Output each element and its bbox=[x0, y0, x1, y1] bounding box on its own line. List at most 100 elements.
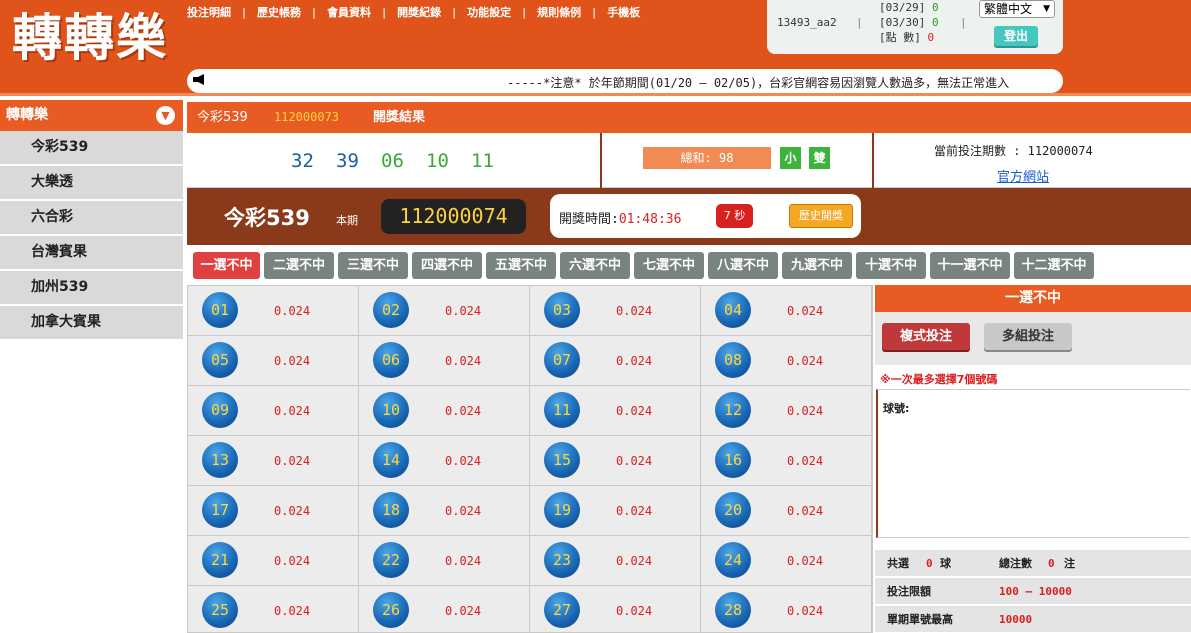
tab-bet-type[interactable]: 二選不中 bbox=[264, 252, 334, 279]
number-cell[interactable]: 26 0.024 bbox=[359, 586, 530, 633]
sidebar-item-canada-bingo[interactable]: 加拿大賓果 bbox=[0, 306, 183, 340]
number-cell[interactable]: 13 0.024 bbox=[188, 436, 359, 486]
number-ball[interactable]: 13 bbox=[202, 442, 238, 478]
odds-value: 0.024 bbox=[274, 454, 311, 468]
nav-history-account[interactable]: 歷史帳務 bbox=[257, 4, 301, 20]
sidebar-item-lotto[interactable]: 大樂透 bbox=[0, 166, 183, 200]
number-cell[interactable]: 12 0.024 bbox=[701, 386, 872, 436]
tab-bet-type[interactable]: 八選不中 bbox=[708, 252, 778, 279]
number-cell[interactable]: 04 0.024 bbox=[701, 286, 872, 336]
number-ball[interactable]: 10 bbox=[373, 392, 409, 428]
result-number: 10 bbox=[426, 150, 449, 172]
number-ball[interactable]: 19 bbox=[544, 492, 580, 528]
logout-button[interactable]: 登出 bbox=[994, 26, 1038, 46]
number-cell[interactable]: 25 0.024 bbox=[188, 586, 359, 633]
number-ball[interactable]: 02 bbox=[373, 292, 409, 328]
tab-bet-type[interactable]: 十選不中 bbox=[856, 252, 926, 279]
number-cell[interactable]: 18 0.024 bbox=[359, 486, 530, 536]
number-cell[interactable]: 24 0.024 bbox=[701, 536, 872, 586]
number-ball[interactable]: 12 bbox=[715, 392, 751, 428]
number-ball[interactable]: 04 bbox=[715, 292, 751, 328]
number-cell[interactable]: 22 0.024 bbox=[359, 536, 530, 586]
number-cell[interactable]: 05 0.024 bbox=[188, 336, 359, 386]
number-cell[interactable]: 15 0.024 bbox=[530, 436, 701, 486]
number-ball[interactable]: 03 bbox=[544, 292, 580, 328]
number-cell[interactable]: 09 0.024 bbox=[188, 386, 359, 436]
history-draw-button[interactable]: 歷史開獎 bbox=[789, 204, 853, 228]
tab-bet-type[interactable]: 一選不中 bbox=[193, 252, 260, 279]
number-ball[interactable]: 28 bbox=[715, 592, 751, 628]
sidebar-header[interactable]: 轉轉樂 ▼ bbox=[0, 100, 183, 131]
tab-bet-type[interactable]: 六選不中 bbox=[560, 252, 630, 279]
number-ball[interactable]: 20 bbox=[715, 492, 751, 528]
number-cell[interactable]: 01 0.024 bbox=[188, 286, 359, 336]
number-cell[interactable]: 07 0.024 bbox=[530, 336, 701, 386]
sidebar-item-taiwan-bingo[interactable]: 台灣賓果 bbox=[0, 236, 183, 270]
language-value: 繁體中文 bbox=[984, 2, 1033, 16]
tab-bet-type[interactable]: 九選不中 bbox=[782, 252, 852, 279]
compound-bet-button[interactable]: 複式投注 bbox=[882, 323, 970, 350]
number-ball[interactable]: 22 bbox=[373, 542, 409, 578]
number-cell[interactable]: 03 0.024 bbox=[530, 286, 701, 336]
tab-bet-type[interactable]: 七選不中 bbox=[634, 252, 704, 279]
tab-bet-type[interactable]: 十二選不中 bbox=[1014, 252, 1094, 279]
number-cell[interactable]: 19 0.024 bbox=[530, 486, 701, 536]
tab-bet-type[interactable]: 十一選不中 bbox=[930, 252, 1010, 279]
number-cell[interactable]: 06 0.024 bbox=[359, 336, 530, 386]
last-period: 112000073 bbox=[274, 110, 340, 124]
result-number: 32 bbox=[291, 150, 314, 172]
number-ball[interactable]: 26 bbox=[373, 592, 409, 628]
bets-label: 總注數 bbox=[999, 557, 1032, 570]
number-ball[interactable]: 05 bbox=[202, 342, 238, 378]
number-cell[interactable]: 02 0.024 bbox=[359, 286, 530, 336]
number-ball[interactable]: 17 bbox=[202, 492, 238, 528]
multi-group-bet-button[interactable]: 多組投注 bbox=[984, 323, 1072, 350]
stat-label: [03/29] bbox=[879, 1, 926, 14]
number-ball[interactable]: 27 bbox=[544, 592, 580, 628]
number-ball[interactable]: 11 bbox=[544, 392, 580, 428]
number-cell[interactable]: 17 0.024 bbox=[188, 486, 359, 536]
number-cell[interactable]: 23 0.024 bbox=[530, 536, 701, 586]
official-site-link[interactable]: 官方網站 bbox=[997, 166, 1049, 185]
tab-bet-type[interactable]: 四選不中 bbox=[412, 252, 482, 279]
tab-bet-type[interactable]: 五選不中 bbox=[486, 252, 556, 279]
draw-time-value: 01:48:36 bbox=[618, 212, 682, 227]
number-ball[interactable]: 16 bbox=[715, 442, 751, 478]
sidebar-item-mark-six[interactable]: 六合彩 bbox=[0, 201, 183, 235]
number-cell[interactable]: 21 0.024 bbox=[188, 536, 359, 586]
sidebar-item-539[interactable]: 今彩539 bbox=[0, 131, 183, 165]
odds-value: 0.024 bbox=[616, 354, 653, 368]
chevron-down-icon[interactable]: ▼ bbox=[156, 106, 175, 125]
number-ball[interactable]: 14 bbox=[373, 442, 409, 478]
number-cell[interactable]: 16 0.024 bbox=[701, 436, 872, 486]
number-ball[interactable]: 25 bbox=[202, 592, 238, 628]
number-ball[interactable]: 23 bbox=[544, 542, 580, 578]
number-cell[interactable]: 10 0.024 bbox=[359, 386, 530, 436]
language-select[interactable]: 繁體中文 ▼ bbox=[979, 0, 1055, 18]
number-ball[interactable]: 01 bbox=[202, 292, 238, 328]
number-cell[interactable]: 14 0.024 bbox=[359, 436, 530, 486]
nav-bet-details[interactable]: 投注明細 bbox=[187, 4, 231, 20]
nav-member-info[interactable]: 會員資料 bbox=[327, 4, 371, 20]
nav-settings[interactable]: 功能設定 bbox=[467, 4, 511, 20]
number-cell[interactable]: 20 0.024 bbox=[701, 486, 872, 536]
number-cell[interactable]: 08 0.024 bbox=[701, 336, 872, 386]
sidebar-item-california-539[interactable]: 加州539 bbox=[0, 271, 183, 305]
number-ball[interactable]: 15 bbox=[544, 442, 580, 478]
number-cell[interactable]: 28 0.024 bbox=[701, 586, 872, 633]
nav-mobile[interactable]: 手機板 bbox=[607, 4, 640, 20]
number-ball[interactable]: 21 bbox=[202, 542, 238, 578]
tab-bet-type[interactable]: 三選不中 bbox=[338, 252, 408, 279]
number-ball[interactable]: 18 bbox=[373, 492, 409, 528]
number-ball[interactable]: 08 bbox=[715, 342, 751, 378]
nav-rules[interactable]: 規則條例 bbox=[537, 4, 581, 20]
number-cell[interactable]: 11 0.024 bbox=[530, 386, 701, 436]
number-ball[interactable]: 06 bbox=[373, 342, 409, 378]
nav-draw-records[interactable]: 開獎紀錄 bbox=[397, 4, 441, 20]
number-cell[interactable]: 27 0.024 bbox=[530, 586, 701, 633]
logo[interactable]: 轉轉樂 bbox=[12, 10, 168, 66]
number-ball[interactable]: 09 bbox=[202, 392, 238, 428]
game-name: 今彩539 bbox=[197, 110, 248, 125]
number-ball[interactable]: 24 bbox=[715, 542, 751, 578]
number-ball[interactable]: 07 bbox=[544, 342, 580, 378]
